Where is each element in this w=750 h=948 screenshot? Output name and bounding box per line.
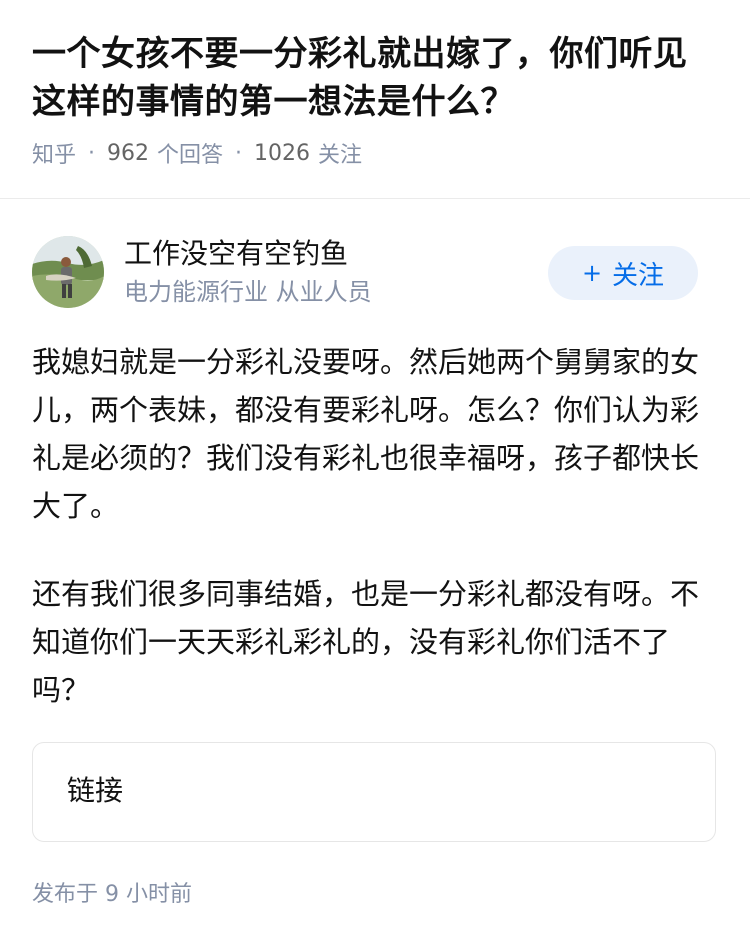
meta-separator: · [88,140,96,166]
answer-paragraph: 还有我们很多同事结婚，也是一分彩礼都没有呀。不知道你们一天天彩礼彩礼的，没有彩礼… [32,577,700,707]
follow-button-label: 关注 [612,260,665,291]
answer-paragraph: 我媳妇就是一分彩礼没要呀。然后她两个舅舅家的女儿，两个表妹，都没有要彩礼呀。怎么… [32,345,700,523]
answers-label[interactable]: 个回答 [157,137,223,169]
source-label[interactable]: 知乎 [32,137,76,169]
follow-count: 1026 [254,140,311,166]
avatar-photo-icon [32,236,104,308]
follow-label[interactable]: 关注 [318,137,362,169]
question-meta: 知乎 · 962 个回答 · 1026 关注 [32,137,718,169]
question-title[interactable]: 一个女孩不要一分彩礼就出嫁了，你们听见这样的事情的第一想法是什么？ [32,30,718,126]
question-header: 一个女孩不要一分彩礼就出嫁了，你们听见这样的事情的第一想法是什么？ 知乎 · 9… [0,0,750,168]
author-bio: 电力能源行业 从业人员 [124,278,372,306]
plus-icon: + [581,259,603,287]
link-card[interactable]: 链接 [32,742,716,842]
answers-count: 962 [107,140,150,166]
meta-separator: · [235,140,243,166]
link-card-label: 链接 [67,774,124,807]
avatar[interactable] [32,236,104,308]
section-divider [0,198,750,199]
answer-content: 我媳妇就是一分彩礼没要呀。然后她两个舅舅家的女儿，两个表妹，都没有要彩礼呀。怎么… [32,338,722,714]
author-name[interactable]: 工作没空有空钓鱼 [124,236,348,272]
publish-time: 发布于 9 小时前 [32,882,192,907]
author-row: 工作没空有空钓鱼 电力能源行业 从业人员 + 关注 [32,236,718,308]
follow-button[interactable]: + 关注 [548,246,698,300]
